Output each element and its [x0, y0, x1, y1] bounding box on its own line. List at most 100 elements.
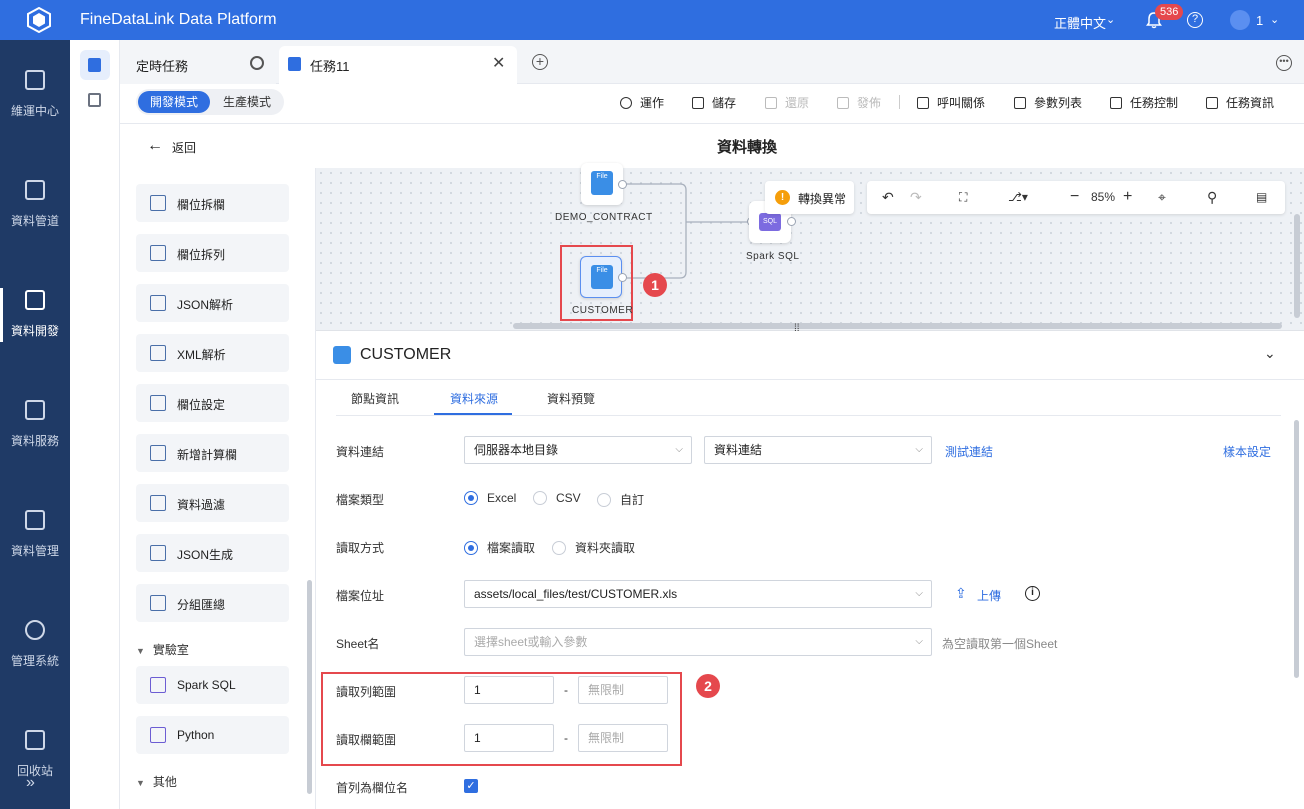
- mode-dev-button[interactable]: 開發模式: [138, 91, 210, 113]
- recycle-icon: [25, 730, 45, 750]
- fit-view-icon[interactable]: ⛶: [959, 190, 967, 204]
- chevron-down-icon[interactable]: ⌄: [1106, 13, 1115, 26]
- more-icon[interactable]: •••: [1276, 55, 1292, 71]
- nav-item-ops-center[interactable]: 維運中心: [0, 40, 70, 150]
- file-path-select[interactable]: assets/local_files/test/CUSTOMER.xls ⌵: [464, 580, 932, 608]
- call-relation-button[interactable]: 呼叫關係: [917, 94, 985, 111]
- language-selector[interactable]: 正體中文: [1054, 13, 1106, 32]
- close-icon[interactable]: ✕: [492, 53, 505, 73]
- search-icon[interactable]: ⚲: [1207, 190, 1217, 204]
- nav-item-data-manage[interactable]: 資料管理: [0, 480, 70, 590]
- info-icon[interactable]: i: [1025, 586, 1040, 601]
- detail-scrollbar[interactable]: [1294, 420, 1299, 678]
- col-range-from-input[interactable]: 1: [464, 724, 554, 752]
- clipboard-icon[interactable]: [88, 93, 101, 107]
- radio-file-read[interactable]: 檔案讀取: [464, 539, 535, 556]
- scrollbar[interactable]: [307, 580, 312, 794]
- upload-icon[interactable]: ⇪: [955, 585, 967, 602]
- sample-settings-link[interactable]: 樣本設定: [1223, 443, 1271, 460]
- operator-field-settings[interactable]: 欄位設定: [136, 384, 289, 422]
- avatar[interactable]: [1230, 10, 1250, 30]
- tab-task-11[interactable]: 任務11 ✕: [279, 46, 517, 84]
- vertical-scrollbar[interactable]: [1294, 214, 1300, 318]
- zoom-out-icon[interactable]: −: [1070, 189, 1079, 205]
- tab-data-source[interactable]: 資料來源: [450, 390, 498, 407]
- user-name[interactable]: 1: [1256, 13, 1263, 28]
- operator-data-filter[interactable]: 資料過濾: [136, 484, 289, 522]
- nav-item-data-service[interactable]: 資料服務: [0, 370, 70, 480]
- connection-select[interactable]: 資料連結 ⌵: [704, 436, 932, 464]
- horizontal-scrollbar[interactable]: [513, 323, 1282, 329]
- expand-nav-icon[interactable]: »: [26, 774, 35, 792]
- test-connection-link[interactable]: 測試連結: [945, 443, 993, 460]
- operator-json-generate[interactable]: JSON生成: [136, 534, 289, 572]
- run-button[interactable]: 運作: [620, 94, 664, 111]
- save-button[interactable]: 儲存: [692, 94, 736, 111]
- restore-button[interactable]: 還原: [765, 94, 809, 111]
- radio-folder-read[interactable]: 資料夾讀取: [552, 539, 635, 556]
- tab-data-preview[interactable]: 資料預覽: [547, 390, 595, 407]
- mode-prod-button[interactable]: 生產模式: [213, 91, 281, 113]
- radio-custom[interactable]: 自訂: [597, 491, 644, 508]
- row-range-from-input[interactable]: 1: [464, 676, 554, 704]
- radio-excel[interactable]: Excel: [464, 491, 516, 505]
- chevron-down-icon[interactable]: ⌄: [1264, 345, 1276, 362]
- task-control-button[interactable]: 任務控制: [1110, 94, 1178, 111]
- node-port[interactable]: [787, 217, 796, 226]
- operator-python[interactable]: Python: [136, 716, 289, 754]
- sheet-select[interactable]: 選擇sheet或輸入參數 ⌵: [464, 628, 932, 656]
- tab-node-info[interactable]: 節點資訊: [351, 390, 399, 407]
- node-port[interactable]: [618, 273, 627, 282]
- warning-badge[interactable]: ! 轉換異常: [765, 181, 854, 214]
- nav-item-data-dev[interactable]: 資料開發: [0, 260, 70, 370]
- chevron-down-icon[interactable]: ⌄: [1270, 13, 1279, 26]
- node-customer[interactable]: File: [580, 256, 622, 298]
- publish-button[interactable]: 發佈: [837, 94, 881, 111]
- connection-type-select[interactable]: 伺服器本地目錄 ⌵: [464, 436, 692, 464]
- undo-icon[interactable]: ↶: [882, 190, 894, 204]
- operator-json-parse[interactable]: JSON解析: [136, 284, 289, 322]
- nav-label: 回收站: [16, 764, 53, 778]
- redo-icon[interactable]: ↷: [910, 190, 922, 204]
- param-list-button[interactable]: 參數列表: [1014, 94, 1082, 111]
- zoom-level: 85%: [1091, 190, 1116, 204]
- gear-icon[interactable]: [250, 56, 264, 70]
- help-icon[interactable]: ?: [1187, 12, 1203, 28]
- minimap-icon[interactable]: ▤: [1256, 190, 1267, 204]
- layout-icon[interactable]: ⎇▾: [1008, 190, 1028, 204]
- operator-label: XML解析: [177, 348, 226, 362]
- radio-csv[interactable]: CSV: [533, 491, 581, 505]
- node-demo-contract[interactable]: File: [581, 163, 623, 205]
- back-button[interactable]: 返回: [172, 139, 196, 156]
- upload-button[interactable]: 上傳: [977, 587, 1001, 604]
- node-port[interactable]: [618, 180, 627, 189]
- nav-item-pipeline[interactable]: 資料管道: [0, 150, 70, 260]
- restore-icon: [765, 97, 777, 109]
- node-title: CUSTOMER: [360, 346, 452, 363]
- operator-spark-sql[interactable]: Spark SQL: [136, 666, 289, 704]
- operator-add-calc-column[interactable]: 新增計算欄: [136, 434, 289, 472]
- left-nav: 維運中心 資料管道 資料開發 資料服務 資料管理 管理系統 回收站: [0, 40, 70, 809]
- first-row-header-checkbox[interactable]: ✓: [464, 779, 478, 793]
- nav-item-recycle[interactable]: 回收站: [0, 700, 70, 809]
- range-dash: -: [564, 731, 568, 745]
- operator-label: JSON解析: [177, 298, 234, 312]
- tab-scheduled-task[interactable]: 定時任務: [120, 46, 276, 84]
- zoom-in-icon[interactable]: +: [1123, 189, 1132, 205]
- locate-icon[interactable]: ⌖: [1158, 190, 1166, 204]
- back-arrow-icon[interactable]: ←: [147, 137, 163, 155]
- dev-task-icon[interactable]: [80, 50, 110, 80]
- group-lab-header[interactable]: ▼ 實驗室: [136, 641, 189, 658]
- operator-split-column[interactable]: 欄位拆欄: [136, 184, 289, 222]
- task-info-button[interactable]: 任務資訊: [1206, 94, 1274, 111]
- operator-group-summary[interactable]: 分組匯總: [136, 584, 289, 622]
- add-tab-icon[interactable]: +: [532, 54, 548, 70]
- row-range-to-input[interactable]: 無限制: [578, 676, 668, 704]
- operator-split-row[interactable]: 欄位拆列: [136, 234, 289, 272]
- radio-circle: [533, 491, 547, 505]
- group-other-header[interactable]: ▼ 其他: [136, 773, 177, 790]
- operator-xml-parse[interactable]: XML解析: [136, 334, 289, 372]
- nav-item-admin[interactable]: 管理系統: [0, 590, 70, 700]
- file-type-label: 檔案類型: [336, 493, 385, 507]
- col-range-to-input[interactable]: 無限制: [578, 724, 668, 752]
